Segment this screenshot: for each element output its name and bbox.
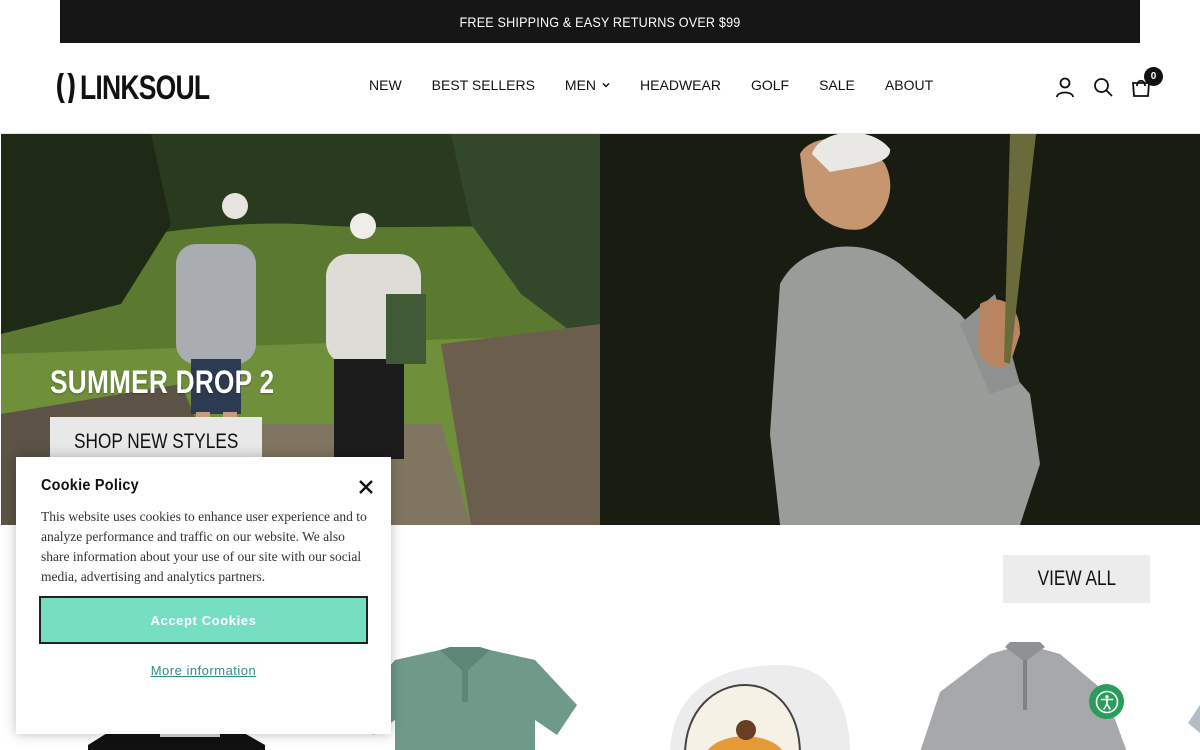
view-all-button[interactable]: VIEW ALL <box>1003 555 1150 603</box>
logo-mark-icon <box>57 73 75 103</box>
chevron-down-icon <box>602 82 610 88</box>
more-information-link[interactable]: More information <box>16 663 391 678</box>
nav-item-best-sellers[interactable]: BEST SELLERS <box>432 77 535 93</box>
accessibility-button[interactable] <box>1089 684 1124 719</box>
announcement-text: FREE SHIPPING & EASY RETURNS OVER $99 <box>459 13 741 30</box>
main-nav: NEW BEST SELLERS MEN HEADWEAR GOLF SALE … <box>369 77 963 93</box>
hero-photo-golfer-swing <box>600 134 1200 525</box>
nav-label: BEST SELLERS <box>431 77 535 93</box>
logo[interactable]: LINKSOUL <box>56 71 246 105</box>
cart-count-badge: 0 <box>1144 67 1163 86</box>
product-image-white-trucker-hat[interactable] <box>660 660 860 750</box>
hero-title: SUMMER DROP 2 <box>50 364 275 400</box>
view-all-label: VIEW ALL <box>1037 567 1116 590</box>
hero-image-right[interactable] <box>600 134 1200 525</box>
nav-item-men[interactable]: MEN <box>565 77 610 93</box>
nav-label: HEADWEAR <box>640 77 721 93</box>
nav-label: GOLF <box>750 77 790 93</box>
nav-label: ABOUT <box>884 77 934 93</box>
shop-new-styles-label: SHOP NEW STYLES <box>73 430 239 453</box>
cookie-banner: Cookie Policy This website uses cookies … <box>16 457 391 734</box>
accept-cookies-button[interactable]: Accept Cookies <box>39 596 368 644</box>
logo-text: LINKSOUL <box>80 69 210 107</box>
nav-item-about[interactable]: ABOUT <box>885 77 933 93</box>
account-icon[interactable] <box>1054 76 1076 98</box>
close-icon[interactable] <box>357 478 375 496</box>
accessibility-icon <box>1095 690 1118 713</box>
search-icon[interactable] <box>1092 76 1114 98</box>
announcement-bar: FREE SHIPPING & EASY RETURNS OVER $99 <box>60 0 1140 43</box>
cart-button[interactable]: 0 <box>1130 67 1163 98</box>
site-header: LINKSOUL NEW BEST SELLERS MEN HEADWEAR G… <box>0 43 1200 134</box>
nav-label: SALE <box>819 77 855 93</box>
header-icons: 0 <box>1054 67 1163 98</box>
cookie-title: Cookie Policy <box>41 477 139 494</box>
nav-item-new[interactable]: NEW <box>369 77 402 93</box>
nav-label: MEN <box>564 77 597 93</box>
cookie-body: This website uses cookies to enhance use… <box>41 509 367 584</box>
nav-item-headwear[interactable]: HEADWEAR <box>640 77 721 93</box>
accept-cookies-label: Accept Cookies <box>150 612 257 628</box>
nav-label: NEW <box>369 77 402 93</box>
nav-item-sale[interactable]: SALE <box>819 77 855 93</box>
product-image-partial[interactable] <box>1185 705 1200 735</box>
nav-item-golf[interactable]: GOLF <box>751 77 789 93</box>
